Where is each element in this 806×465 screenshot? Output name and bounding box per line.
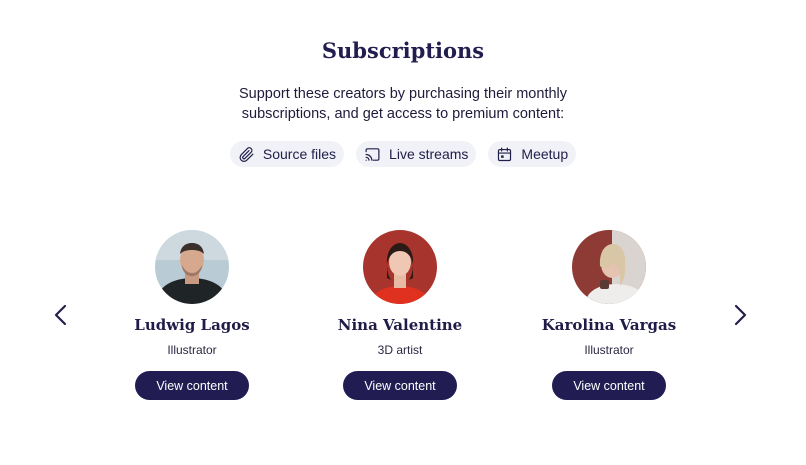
avatar: [155, 230, 229, 304]
creator-name: Karolina Vargas: [541, 316, 677, 334]
feature-chip-live-streams: Live streams: [356, 141, 477, 167]
carousel-next-button[interactable]: [726, 301, 754, 329]
avatar: [572, 230, 646, 304]
creator-card: Ludwig Lagos Illustrator View content: [92, 230, 292, 400]
carousel-prev-button[interactable]: [47, 301, 75, 329]
feature-label: Live streams: [389, 146, 469, 162]
feature-chip-meetup: Meetup: [488, 141, 577, 167]
calendar-icon: [496, 146, 513, 163]
creator-name: Nina Valentine: [337, 316, 463, 334]
page-title: Subscriptions: [321, 38, 485, 63]
view-content-button[interactable]: View content: [343, 371, 457, 400]
cast-icon: [364, 146, 381, 163]
creator-card: Nina Valentine 3D artist View content: [300, 230, 500, 400]
creator-role: Illustrator: [584, 343, 634, 357]
feature-chips: Source files Live streams Meetup: [0, 141, 806, 167]
chevron-left-icon: [54, 304, 67, 326]
creator-role: 3D artist: [377, 343, 423, 357]
view-content-button[interactable]: View content: [135, 371, 249, 400]
feature-label: Meetup: [521, 146, 569, 162]
page-subtitle: Support these creators by purchasing the…: [238, 86, 568, 122]
view-content-button[interactable]: View content: [552, 371, 666, 400]
chevron-right-icon: [734, 304, 747, 326]
feature-chip-source-files: Source files: [229, 141, 345, 167]
avatar: [363, 230, 437, 304]
creator-card: Karolina Vargas Illustrator View content: [509, 230, 709, 400]
creator-role: Illustrator: [167, 343, 217, 357]
paperclip-icon: [238, 146, 255, 163]
creator-name: Ludwig Lagos: [134, 316, 250, 334]
feature-label: Source files: [262, 146, 337, 162]
